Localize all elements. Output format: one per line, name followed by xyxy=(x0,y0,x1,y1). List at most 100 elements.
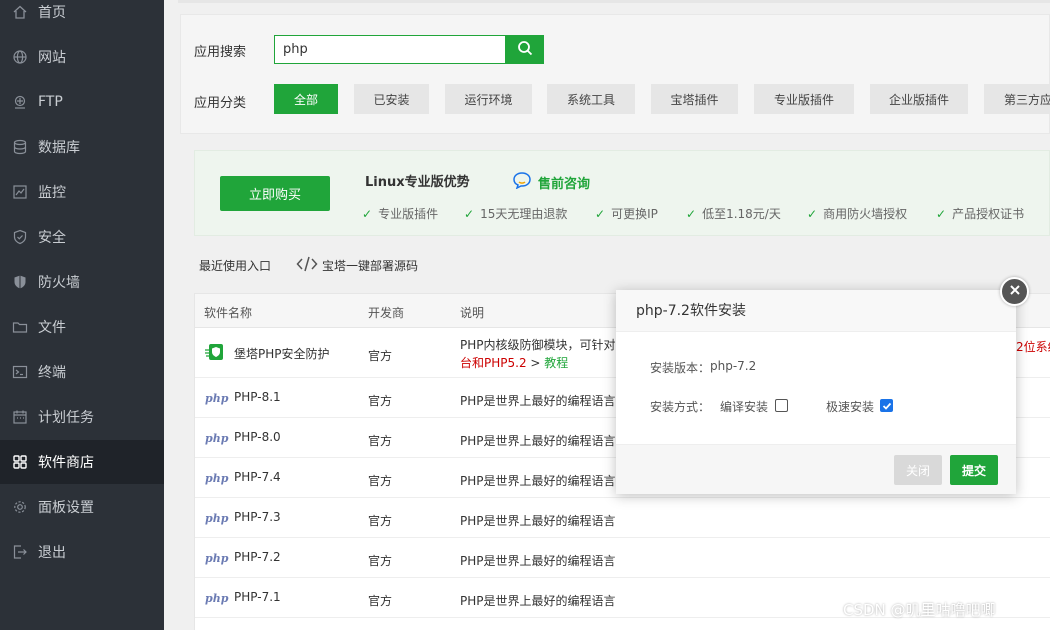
watermark: CSDN @叽里咕噜吧唧 xyxy=(843,601,996,619)
software-name: 堡塔PHP安全防护 xyxy=(234,347,330,361)
column-header-name: 软件名称 xyxy=(204,306,253,320)
search-panel xyxy=(180,14,1050,134)
version-value: php-7.2 xyxy=(710,359,757,373)
fast-install-checkbox[interactable] xyxy=(880,399,893,412)
software-description: PHP是世界上最好的编程语言 xyxy=(460,594,616,608)
software-description: PHP是世界上最好的编程语言 xyxy=(460,554,616,568)
table-row[interactable]: php PHP-7.2 官方 PHP是世界上最好的编程语言 xyxy=(195,538,1050,578)
feature-item: ✓ 商用防火墙授权 xyxy=(807,205,907,222)
feature-item: ✓ 15天无理由退款 xyxy=(464,205,567,222)
check-icon: ✓ xyxy=(807,206,818,221)
software-description-note: 台和PHP5.2 > 教程 xyxy=(460,354,568,371)
feature-label: 专业版插件 xyxy=(378,207,439,221)
feature-item: ✓ 产品授权证书 xyxy=(936,205,1024,222)
check-icon: ✓ xyxy=(595,206,606,221)
monitor-icon xyxy=(12,184,28,200)
software-name: PHP-8.1 xyxy=(234,390,281,404)
submit-button[interactable]: 提交 xyxy=(950,455,998,485)
php-logo-icon: php xyxy=(205,552,229,565)
check-icon: ✓ xyxy=(464,206,475,221)
category-all[interactable]: 全部 xyxy=(274,84,338,114)
php-logo-icon: php xyxy=(205,392,229,405)
sidebar-item-label: 首页 xyxy=(38,5,66,21)
recent-entry-link[interactable]: 最近使用入口 xyxy=(199,257,271,274)
software-description: PHP内核级防御模块，可针对 xyxy=(460,338,616,352)
category-pro-plugins[interactable]: 专业版插件 xyxy=(754,84,854,114)
table-row[interactable]: php PHP-7.3 官方 PHP是世界上最好的编程语言 xyxy=(195,498,1050,538)
sidebar-item-files[interactable]: 文件 xyxy=(0,305,164,349)
feature-item: ✓ 低至1.18元/天 xyxy=(686,205,781,222)
feature-item: ✓ 专业版插件 xyxy=(362,205,438,222)
software-name: PHP-7.1 xyxy=(234,590,281,604)
waf-shield-icon xyxy=(204,342,226,362)
install-dialog: php-7.2软件安装 安装版本： php-7.2 安装方式： 编译安装 极速安… xyxy=(616,290,1016,494)
sidebar-item-database[interactable]: 数据库 xyxy=(0,125,164,169)
php-logo-icon: php xyxy=(205,432,229,445)
install-method-label: 安装方式： xyxy=(650,400,711,414)
compile-install-label: 编译安装 xyxy=(720,400,769,414)
sidebar-item-firewall[interactable]: 防火墙 xyxy=(0,260,164,304)
home-icon xyxy=(12,4,28,20)
note-warning-text: 台和PHP5.2 xyxy=(460,356,527,370)
search-button[interactable] xyxy=(506,35,544,64)
sidebar-item-label: 计划任务 xyxy=(38,410,94,426)
sidebar-item-home[interactable]: 首页 xyxy=(0,0,164,34)
software-developer: 官方 xyxy=(368,434,393,448)
category-runtime[interactable]: 运行环境 xyxy=(445,84,532,114)
check-icon: ✓ xyxy=(686,206,697,221)
software-developer: 官方 xyxy=(368,554,393,568)
deploy-label: 宝塔一键部署源码 xyxy=(322,259,419,273)
feature-label: 15天无理由退款 xyxy=(480,207,568,221)
sidebar-item-monitor[interactable]: 监控 xyxy=(0,170,164,214)
category-installed[interactable]: 已安装 xyxy=(354,84,429,114)
note-separator: > xyxy=(526,356,545,370)
dialog-title: php-7.2软件安装 xyxy=(616,290,1016,332)
software-name: PHP-7.3 xyxy=(234,510,281,524)
sidebar: 首页 网站 FTP 数据库 监控 安全 防火墙 文件 终端 计划任务 软件商店 xyxy=(0,0,164,630)
sidebar-item-settings[interactable]: 面板设置 xyxy=(0,485,164,529)
software-description: PHP是世界上最好的编程语言 xyxy=(460,514,616,528)
sidebar-item-cron[interactable]: 计划任务 xyxy=(0,395,164,439)
fast-install-label: 极速安装 xyxy=(826,400,875,414)
sidebar-item-label: 网站 xyxy=(38,50,66,66)
ftp-icon xyxy=(12,94,28,110)
sidebar-item-logout[interactable]: 退出 xyxy=(0,530,164,574)
globe-icon xyxy=(12,49,28,65)
sidebar-item-label: 文件 xyxy=(38,320,66,336)
search-input[interactable]: php xyxy=(274,35,506,64)
sidebar-item-label: 监控 xyxy=(38,185,66,201)
check-icon: ✓ xyxy=(936,206,947,221)
description-overflow-text: 2位系统 xyxy=(1016,340,1050,354)
sidebar-item-website[interactable]: 网站 xyxy=(0,35,164,79)
sidebar-item-label: 软件商店 xyxy=(38,455,94,471)
buy-now-button[interactable]: 立即购买 xyxy=(220,176,330,211)
category-bt-plugins[interactable]: 宝塔插件 xyxy=(651,84,738,114)
close-button[interactable]: 关闭 xyxy=(894,455,942,485)
logout-icon xyxy=(12,544,28,560)
one-click-deploy-link[interactable]: 宝塔一键部署源码 xyxy=(296,255,418,276)
php-logo-icon: php xyxy=(205,472,229,485)
presale-consult-link[interactable]: 售前咨询 xyxy=(512,171,590,193)
sidebar-item-security[interactable]: 安全 xyxy=(0,215,164,259)
shield-icon xyxy=(12,229,28,245)
sidebar-item-software-store[interactable]: 软件商店 xyxy=(0,440,164,484)
software-developer: 官方 xyxy=(368,594,393,608)
search-label: 应用搜索 xyxy=(194,45,247,60)
sidebar-item-terminal[interactable]: 终端 xyxy=(0,350,164,394)
software-description: PHP是世界上最好的编程语言 xyxy=(460,474,616,488)
category-system-tools[interactable]: 系统工具 xyxy=(547,84,635,114)
tutorial-link[interactable]: 教程 xyxy=(544,356,568,370)
dialog-close-button[interactable] xyxy=(1000,277,1029,306)
software-developer: 官方 xyxy=(368,474,393,488)
sidebar-item-ftp[interactable]: FTP xyxy=(0,80,164,124)
category-third-party[interactable]: 第三方应 xyxy=(984,84,1050,114)
grid-icon xyxy=(12,454,28,470)
feature-label: 可更换IP xyxy=(611,207,658,221)
category-label: 应用分类 xyxy=(194,96,247,111)
firewall-icon xyxy=(12,274,28,290)
sidebar-item-label: 面板设置 xyxy=(38,500,94,516)
category-enterprise-plugins[interactable]: 企业版插件 xyxy=(870,84,968,114)
software-description: PHP是世界上最好的编程语言 xyxy=(460,434,616,448)
check-icon: ✓ xyxy=(362,206,373,221)
compile-install-checkbox[interactable] xyxy=(775,399,788,412)
